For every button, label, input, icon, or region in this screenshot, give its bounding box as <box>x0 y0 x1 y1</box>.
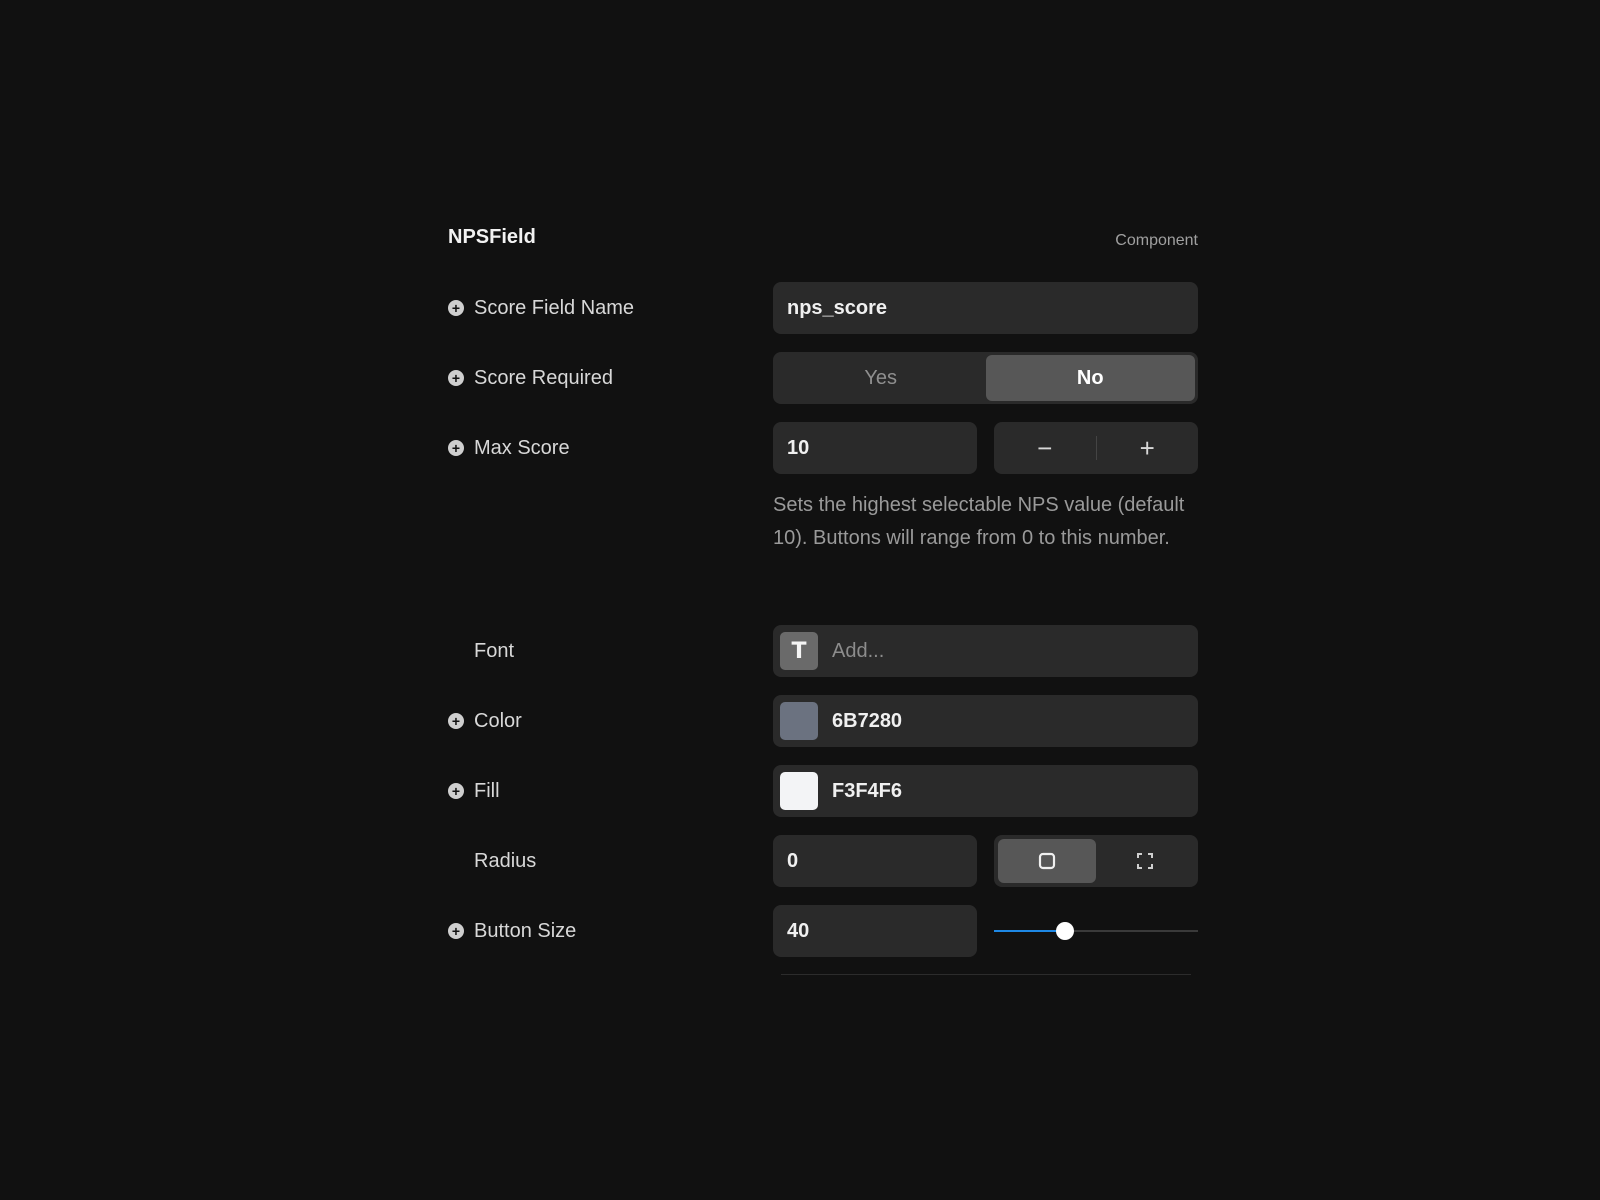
max-score-helper-text: Sets the highest selectable NPS value (d… <box>773 494 1185 549</box>
properties-panel: NPSField Component + Score Field Name np… <box>448 222 1198 975</box>
fill-hex-value: F3F4F6 <box>832 779 903 802</box>
max-score-stepper: − + <box>994 422 1198 474</box>
add-binding-icon[interactable]: + <box>448 440 464 456</box>
row-font: Font T Add... <box>448 625 1198 677</box>
max-score-control: 10 − + <box>773 422 1198 474</box>
fill-label: + Fill <box>448 765 500 817</box>
font-placeholder: Add... <box>832 639 885 662</box>
color-label: + Color <box>448 695 522 747</box>
score-required-no-option[interactable]: No <box>985 355 1195 401</box>
color-hex-value: 6B7280 <box>832 709 903 732</box>
max-score-label: + Max Score <box>448 422 570 474</box>
radius-mode-toggle <box>994 835 1198 887</box>
slider-fill <box>994 930 1066 932</box>
panel-title: NPSField <box>448 226 536 248</box>
button-size-input[interactable]: 40 <box>773 905 977 957</box>
button-size-slider[interactable] <box>994 905 1198 957</box>
fill-swatch[interactable] <box>780 772 818 810</box>
increment-button[interactable]: + <box>1097 422 1199 474</box>
add-binding-icon[interactable]: + <box>448 713 464 729</box>
decrement-button[interactable]: − <box>994 422 1096 474</box>
section-divider <box>781 974 1191 975</box>
row-score-required: + Score Required Yes No <box>448 352 1198 404</box>
row-max-score: + Max Score 10 − + <box>448 422 1198 474</box>
slider-thumb[interactable] <box>1056 922 1075 940</box>
corners-icon <box>1137 853 1153 869</box>
row-color: + Color 6B7280 <box>448 695 1198 747</box>
font-label: Font <box>474 639 515 662</box>
score-required-yes-option[interactable]: Yes <box>776 355 986 401</box>
score-field-name-input[interactable]: nps_score <box>773 282 1198 334</box>
add-binding-icon[interactable]: + <box>448 783 464 799</box>
score-required-label: + Score Required <box>448 352 613 404</box>
add-binding-icon[interactable]: + <box>448 923 464 939</box>
font-picker[interactable]: T Add... <box>773 625 1198 677</box>
fill-input[interactable]: F3F4F6 <box>773 765 1198 817</box>
add-binding-icon[interactable]: + <box>448 300 464 316</box>
square-rounded-icon <box>1038 852 1056 870</box>
row-score-field-name: + Score Field Name nps_score <box>448 282 1198 334</box>
row-radius: Radius 0 <box>448 835 1198 887</box>
score-field-name-label: + Score Field Name <box>448 282 634 334</box>
panel-header: NPSField Component <box>448 222 1198 256</box>
row-button-size: + Button Size 40 <box>448 905 1198 957</box>
radius-control: 0 <box>773 835 1198 887</box>
add-binding-icon[interactable]: + <box>448 370 464 386</box>
color-swatch[interactable] <box>780 702 818 740</box>
row-fill: + Fill F3F4F6 <box>448 765 1198 817</box>
max-score-input[interactable]: 10 <box>773 422 977 474</box>
score-required-toggle: Yes No <box>773 352 1198 404</box>
uniform-radius-button[interactable] <box>998 839 1096 883</box>
color-input[interactable]: 6B7280 <box>773 695 1198 747</box>
radius-label: Radius <box>474 849 537 872</box>
per-corner-radius-button[interactable] <box>1096 839 1194 883</box>
panel-kind-label: Component <box>1115 232 1198 249</box>
radius-input[interactable]: 0 <box>773 835 977 887</box>
button-size-control: 40 <box>773 905 1198 957</box>
button-size-label: + Button Size <box>448 905 576 957</box>
text-icon: T <box>780 632 818 670</box>
